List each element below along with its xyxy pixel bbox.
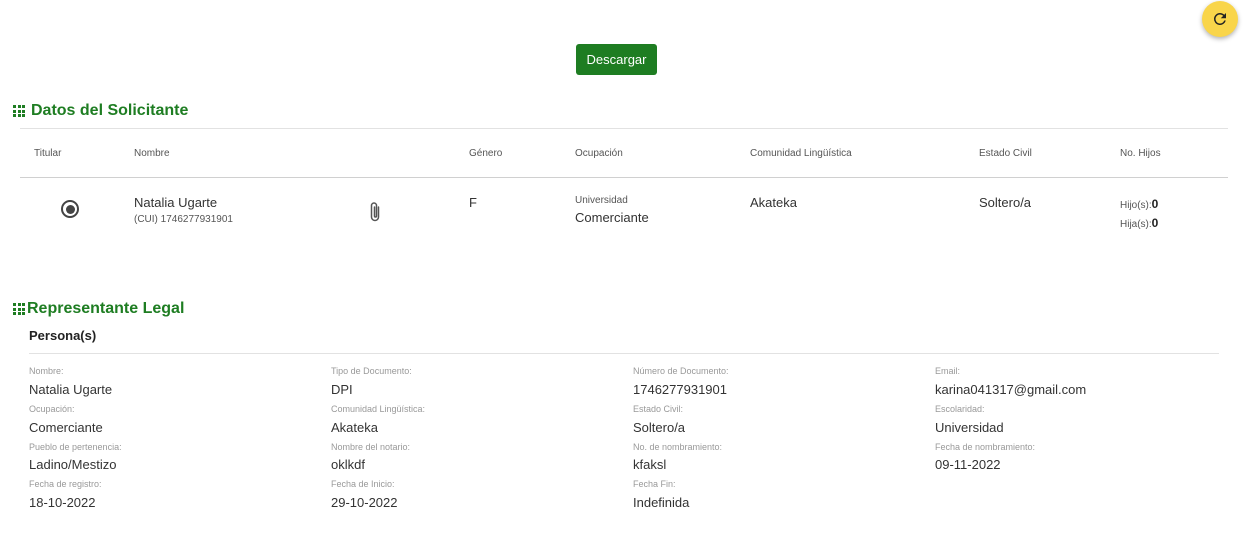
refresh-icon [1213,12,1226,25]
col-header-genero: Género [469,148,503,159]
section-title-solicitante: Datos del Solicitante [13,102,188,120]
col-header-titular: Titular [34,148,62,159]
field-label-fecha-nombramiento: Fecha de nombramiento: [935,442,1036,452]
solicitante-genero: F [469,195,477,210]
section-title-representante: Representante Legal [13,300,184,318]
paperclip-icon [370,202,380,222]
field-label-estado-civil: Estado Civil: [633,404,684,414]
field-label-escolaridad: Escolaridad: [935,404,985,414]
field-value-fecha-registro: 18-10-2022 [29,495,96,510]
grid-icon [13,105,25,117]
col-header-hijos: No. Hijos [1120,148,1161,159]
col-header-ocupacion: Ocupación [575,148,623,159]
field-value-pueblo: Ladino/Mestizo [29,457,117,472]
section-title-text: Representante Legal [27,300,185,317]
field-label-numero-documento: Número de Documento: [633,366,729,376]
grid-icon [13,303,25,315]
field-label-fecha-fin: Fecha Fin: [633,479,676,489]
hijas-count: Hija(s):0 [1120,214,1158,232]
download-button[interactable]: Descargar [576,44,657,75]
section-title-text: Datos del Solicitante [31,102,189,119]
divider [20,128,1228,129]
solicitante-cui: (CUI) 1746277931901 [134,214,233,225]
hijas-value: 0 [1151,216,1159,230]
field-value-ocupacion: Comerciante [29,420,103,435]
table-header-divider [20,177,1228,178]
field-value-fecha-fin: Indefinida [633,495,690,510]
persona-subtitle: Persona(s) [29,328,97,343]
divider [29,353,1219,354]
solicitante-estado-civil: Soltero/a [979,195,1032,210]
hijos-value: 0 [1151,197,1159,211]
field-value-fecha-nombramiento: 09-11-2022 [935,457,1001,472]
titular-radio[interactable] [61,200,79,218]
solicitante-escolaridad: Universidad [575,195,628,206]
field-value-estado-civil: Soltero/a [633,420,686,435]
field-label-ocupacion: Ocupación: [29,404,75,414]
refresh-button[interactable] [1202,1,1238,37]
field-value-email: karina041317@gmail.com [935,382,1087,397]
field-value-comunidad: Akateka [331,420,378,435]
field-value-numero-documento: 1746277931901 [633,382,727,397]
hijos-label: Hijo(s): [1120,200,1152,211]
hijas-label: Hija(s): [1120,219,1152,230]
field-value-escolaridad: Universidad [935,420,1004,435]
col-header-estado-civil: Estado Civil [979,148,1032,159]
field-label-fecha-inicio: Fecha de Inicio: [331,479,395,489]
field-label-tipo-documento: Tipo de Documento: [331,366,412,376]
field-label-comunidad: Comunidad Lingüística: [331,404,426,414]
field-label-nombre: Nombre: [29,366,64,376]
field-label-pueblo: Pueblo de pertenencia: [29,442,122,452]
field-value-notario: oklkdf [331,457,365,472]
hijos-count: Hijo(s):0 [1120,195,1158,213]
col-header-nombre: Nombre [134,148,170,159]
solicitante-ocupacion: Comerciante [575,210,649,225]
solicitante-comunidad: Akateka [750,195,797,210]
field-label-email: Email: [935,366,961,376]
col-header-comunidad: Comunidad Lingüística [750,148,852,159]
field-value-nombre: Natalia Ugarte [29,382,113,397]
field-label-fecha-registro: Fecha de registro: [29,479,102,489]
attachment-button[interactable] [368,201,382,228]
field-label-nombramiento: No. de nombramiento: [633,442,723,452]
field-value-tipo-documento: DPI [331,382,353,397]
field-label-notario: Nombre del notario: [331,442,411,452]
field-value-nombramiento: kfaksl [633,457,667,472]
solicitante-nombre: Natalia Ugarte [134,195,218,210]
field-value-fecha-inicio: 29-10-2022 [331,495,398,510]
